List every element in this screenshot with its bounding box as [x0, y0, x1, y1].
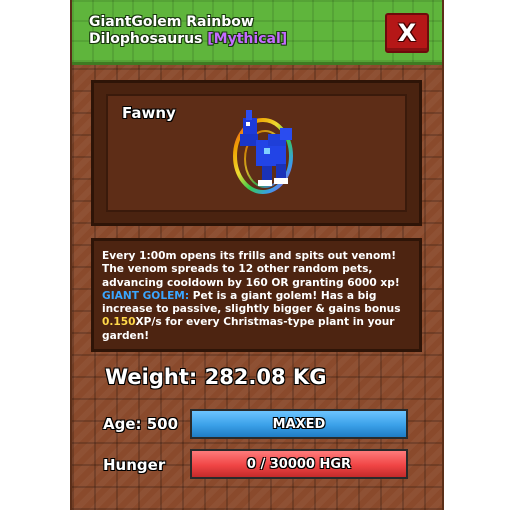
- panel-header: GiantGolem Rainbow Dilophosaurus [Mythic…: [72, 0, 442, 65]
- hunger-progress-bar: 0 / 30000 HGR: [190, 449, 408, 479]
- rainbow-dilophosaurus-pet-icon: [233, 110, 293, 194]
- pet-title-line2: Dilophosaurus: [89, 31, 203, 47]
- pet-nickname: Fawny: [122, 104, 176, 122]
- age-label: Age: 500: [103, 415, 179, 433]
- close-button[interactable]: X: [385, 13, 429, 53]
- mutation-label: GIANT GOLEM:: [102, 289, 190, 302]
- hunger-label: Hunger: [103, 456, 166, 474]
- hunger-bar-text: 0 / 30000 HGR: [246, 456, 352, 472]
- bonus-value: 0.150: [102, 316, 136, 329]
- close-icon: X: [397, 19, 417, 47]
- pet-title-line1: GiantGolem Rainbow: [89, 14, 254, 30]
- pet-title: GiantGolem Rainbow Dilophosaurus [Mythic…: [89, 14, 349, 48]
- bonus-text: XP/s for every Christmas-type plant in y…: [102, 316, 395, 342]
- rarity-badge: [Mythical]: [207, 31, 288, 47]
- pet-showcase-inner: Fawny: [106, 94, 407, 212]
- pet-info-panel: GiantGolem Rainbow Dilophosaurus [Mythic…: [70, 0, 444, 510]
- pet-showcase: Fawny: [91, 80, 422, 226]
- age-progress-bar: MAXED: [190, 409, 408, 439]
- pet-description: Every 1:00m opens its frills and spits o…: [91, 238, 422, 352]
- age-bar-text: MAXED: [272, 416, 326, 432]
- pet-weight: Weight: 282.08 KG: [105, 365, 327, 389]
- ability-text: Every 1:00m opens its frills and spits o…: [102, 250, 400, 289]
